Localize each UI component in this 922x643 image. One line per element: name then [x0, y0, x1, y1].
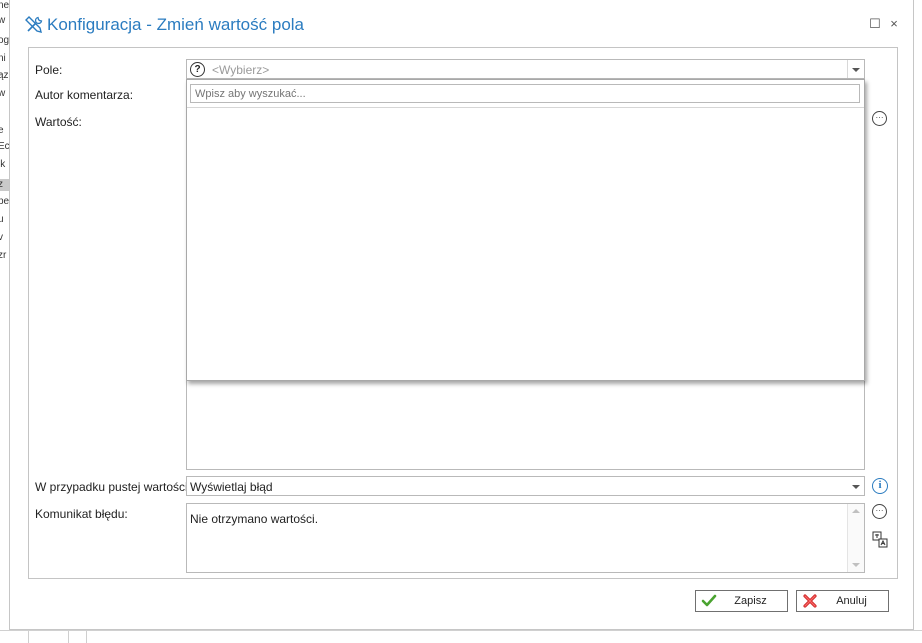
- save-button-label: Zapisz: [734, 595, 767, 607]
- bg-fragment: e: [0, 125, 4, 136]
- save-button[interactable]: Zapisz: [695, 590, 788, 612]
- bg-divider: [68, 631, 69, 643]
- chevron-down-icon[interactable]: [847, 60, 864, 78]
- bg-fragment: pe: [0, 196, 9, 207]
- empty-value-select[interactable]: Wyświetlaj błąd: [186, 476, 865, 496]
- bg-divider: [28, 631, 29, 643]
- author-label: Autor komentarza:: [35, 88, 134, 102]
- field-select[interactable]: ? <Wybierz>: [186, 59, 865, 79]
- maximize-button[interactable]: ☐: [868, 17, 882, 31]
- question-circle-icon[interactable]: ?: [190, 62, 205, 77]
- bg-fragment: u: [0, 214, 4, 225]
- form-panel: Pole: Autor komentarza: Wartość: ? <Wybi…: [28, 47, 898, 579]
- field-select-value: <Wybierz>: [212, 63, 270, 77]
- bg-fragment: Ec: [0, 141, 9, 152]
- bg-divider: [86, 631, 87, 643]
- field-label: Pole:: [35, 63, 63, 77]
- empty-value-selected: Wyświetlaj błąd: [190, 480, 273, 494]
- background-app-bottom: [0, 630, 922, 643]
- cancel-button[interactable]: Anuluj: [796, 590, 889, 612]
- field-dropdown-popup: [186, 79, 865, 381]
- background-app-strip: ne w og ni ąz w e Ec ik z pe u v zr: [0, 0, 9, 642]
- bg-fragment: ni: [0, 53, 6, 64]
- dropdown-divider: [187, 107, 864, 108]
- bg-fragment: w: [0, 15, 6, 26]
- empty-value-label: W przypadku pustej wartości:: [35, 480, 192, 494]
- dialog-title: Konfiguracja - Zmień wartość pola: [47, 15, 305, 34]
- close-button[interactable]: ×: [887, 17, 901, 31]
- bg-fragment: og: [0, 35, 9, 46]
- bg-fragment: zr: [0, 250, 7, 261]
- dropdown-search-input[interactable]: [190, 84, 860, 103]
- translate-icon[interactable]: [872, 531, 888, 548]
- info-icon[interactable]: i: [872, 478, 888, 494]
- error-message-textarea[interactable]: Nie otrzymano wartości.: [186, 503, 865, 573]
- value-label: Wartość:: [35, 115, 82, 129]
- error-message-label: Komunikat błędu:: [35, 507, 128, 521]
- scrollbar[interactable]: [847, 504, 864, 572]
- bg-fragment: v: [0, 232, 3, 243]
- scroll-up-icon[interactable]: [852, 509, 860, 513]
- more-options-icon[interactable]: ···: [872, 111, 887, 126]
- bg-fragment: ąz: [0, 70, 9, 81]
- config-dialog: Konfiguracja - Zmień wartość pola ☐ × Po…: [9, 0, 914, 630]
- cancel-button-label: Anuluj: [836, 595, 867, 607]
- more-options-icon[interactable]: ···: [872, 504, 887, 519]
- dialog-titlebar: Konfiguracja - Zmień wartość pola ☐ ×: [10, 0, 913, 48]
- error-message-value: Nie otrzymano wartości.: [190, 512, 319, 526]
- bg-fragment: ne: [0, 0, 9, 11]
- scroll-down-icon[interactable]: [852, 563, 860, 567]
- bg-fragment: w: [0, 88, 6, 99]
- tools-icon: [25, 16, 43, 34]
- bg-fragment: z: [0, 179, 3, 190]
- bg-fragment: ik: [0, 159, 6, 170]
